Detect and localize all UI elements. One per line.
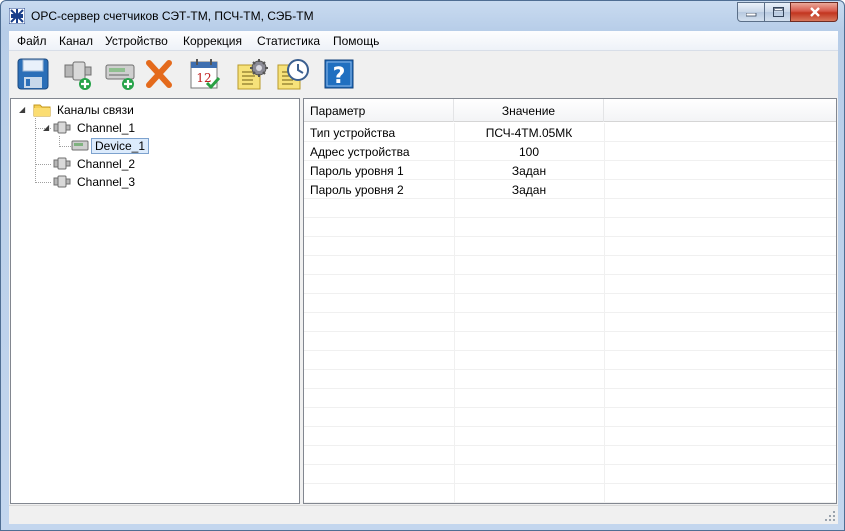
tree-device-label: Device_1 bbox=[91, 138, 150, 154]
menu-file[interactable]: Файл bbox=[17, 33, 47, 49]
table-row[interactable]: Тип устройства ПСЧ-4ТМ.05МК bbox=[304, 123, 836, 142]
menu-statistics[interactable]: Статистика bbox=[257, 33, 320, 49]
empty-row bbox=[304, 446, 836, 465]
settings-icon bbox=[237, 59, 268, 90]
maximize-icon bbox=[773, 7, 784, 17]
cell-parameter: Адрес устройства bbox=[310, 145, 410, 159]
list-body: Тип устройства ПСЧ-4ТМ.05МК Адрес устрой… bbox=[304, 123, 836, 503]
client-area: ◢ Каналы связи ◢ Channel_1 Device_1 Chan… bbox=[9, 97, 838, 505]
cell-parameter: Пароль уровня 1 bbox=[310, 164, 404, 178]
calendar-day: 12 bbox=[196, 71, 211, 85]
tree-channel-label: Channel_1 bbox=[77, 121, 136, 135]
empty-row bbox=[304, 370, 836, 389]
clock-button[interactable] bbox=[275, 56, 311, 92]
menu-channel[interactable]: Канал bbox=[59, 33, 93, 49]
maximize-button[interactable] bbox=[764, 2, 791, 22]
tree-channel-label: Channel_2 bbox=[77, 157, 136, 171]
tree-device-1[interactable]: Device_1 bbox=[69, 137, 269, 155]
title-bar[interactable]: OPC-сервер счетчиков СЭТ-ТМ, ПСЧ-ТМ, СЭБ… bbox=[1, 1, 844, 31]
help-icon: ? bbox=[324, 59, 354, 89]
close-button[interactable] bbox=[790, 2, 838, 22]
main-window: OPC-сервер счетчиков СЭТ-ТМ, ПСЧ-ТМ, СЭБ… bbox=[0, 0, 845, 531]
close-icon bbox=[810, 7, 820, 17]
device-icon bbox=[71, 140, 89, 151]
calendar-button[interactable]: 12 bbox=[187, 56, 223, 92]
save-button[interactable] bbox=[15, 56, 51, 92]
empty-row bbox=[304, 427, 836, 446]
collapse-arrow-icon[interactable]: ◢ bbox=[19, 105, 25, 114]
menu-correction[interactable]: Коррекция bbox=[183, 33, 242, 49]
tree-channel-2[interactable]: Channel_2 bbox=[41, 155, 241, 173]
empty-row bbox=[304, 313, 836, 332]
empty-row bbox=[304, 408, 836, 427]
minimize-button[interactable] bbox=[737, 2, 765, 22]
column-header-parameter[interactable]: Параметр bbox=[304, 99, 454, 122]
channel-tree[interactable]: ◢ Каналы связи ◢ Channel_1 Device_1 Chan… bbox=[10, 98, 300, 504]
empty-row bbox=[304, 332, 836, 351]
svg-text:?: ? bbox=[333, 64, 346, 89]
toolbar: 12 ? bbox=[9, 51, 838, 97]
collapse-arrow-icon[interactable]: ◢ bbox=[43, 123, 49, 132]
empty-row bbox=[304, 199, 836, 218]
cell-value: ПСЧ-4ТМ.05МК bbox=[485, 126, 573, 140]
tree-root-label: Каналы связи bbox=[57, 103, 134, 117]
empty-row bbox=[304, 484, 836, 503]
table-row[interactable]: Пароль уровня 2 Задан bbox=[304, 180, 836, 199]
tree-root[interactable]: ◢ Каналы связи bbox=[17, 101, 217, 119]
settings-button[interactable] bbox=[235, 56, 271, 92]
add-device-icon bbox=[105, 64, 135, 90]
clock-icon bbox=[277, 59, 309, 90]
cell-parameter: Пароль уровня 2 bbox=[310, 183, 404, 197]
add-channel-button[interactable] bbox=[61, 56, 97, 92]
tree-channel-3[interactable]: Channel_3 bbox=[41, 173, 241, 191]
add-channel-icon bbox=[64, 61, 92, 90]
table-row[interactable]: Пароль уровня 1 Задан bbox=[304, 161, 836, 180]
menu-device[interactable]: Устройство bbox=[105, 33, 168, 49]
resize-grip-icon[interactable] bbox=[824, 510, 836, 522]
menu-help[interactable]: Помощь bbox=[333, 33, 379, 49]
column-header-value[interactable]: Значение bbox=[454, 99, 604, 122]
help-button[interactable]: ? bbox=[321, 56, 357, 92]
column-header-empty bbox=[604, 99, 836, 122]
cell-value: Задан bbox=[511, 164, 547, 178]
cell-value: Задан bbox=[511, 183, 547, 197]
list-header: Параметр Значение bbox=[304, 99, 836, 122]
status-bar bbox=[9, 505, 838, 524]
channel-connector-icon bbox=[53, 157, 71, 170]
network-logo-icon[interactable] bbox=[9, 8, 25, 24]
folder-icon bbox=[33, 104, 51, 117]
channel-connector-icon bbox=[53, 121, 71, 134]
empty-row bbox=[304, 256, 836, 275]
add-device-button[interactable] bbox=[103, 56, 139, 92]
table-row[interactable]: Адрес устройства 100 bbox=[304, 142, 836, 161]
cell-value: 100 bbox=[518, 145, 540, 159]
minimize-icon bbox=[746, 13, 757, 17]
empty-row bbox=[304, 294, 836, 313]
cell-parameter: Тип устройства bbox=[310, 126, 396, 140]
empty-row bbox=[304, 389, 836, 408]
empty-row bbox=[304, 218, 836, 237]
calendar-icon: 12 bbox=[190, 59, 221, 90]
tree-channel-label: Channel_3 bbox=[77, 175, 136, 189]
delete-icon bbox=[146, 60, 172, 88]
empty-row bbox=[304, 275, 836, 294]
empty-row bbox=[304, 351, 836, 370]
channel-connector-icon bbox=[53, 175, 71, 188]
delete-button[interactable] bbox=[141, 56, 177, 92]
tree-channel-1[interactable]: ◢ Channel_1 bbox=[41, 119, 241, 137]
parameter-list[interactable]: Параметр Значение Тип устройства ПСЧ-4ТМ… bbox=[303, 98, 837, 504]
save-icon bbox=[17, 58, 49, 90]
window-title: OPC-сервер счетчиков СЭТ-ТМ, ПСЧ-ТМ, СЭБ… bbox=[31, 9, 314, 23]
empty-row bbox=[304, 465, 836, 484]
empty-row bbox=[304, 237, 836, 256]
menu-bar: Файл Канал Устройство Коррекция Статисти… bbox=[9, 31, 838, 51]
